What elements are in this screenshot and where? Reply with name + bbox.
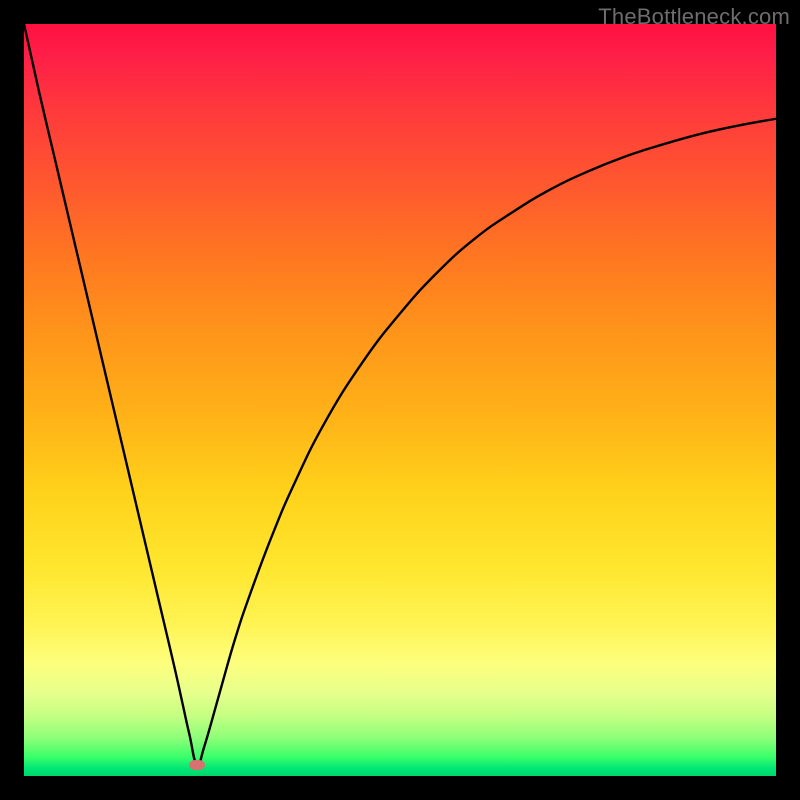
watermark-text: TheBottleneck.com — [598, 4, 790, 30]
minimum-marker — [189, 760, 205, 770]
bottleneck-curve — [24, 24, 776, 776]
curve-path — [24, 24, 776, 765]
chart-frame: TheBottleneck.com — [0, 0, 800, 800]
plot-area — [24, 24, 776, 776]
